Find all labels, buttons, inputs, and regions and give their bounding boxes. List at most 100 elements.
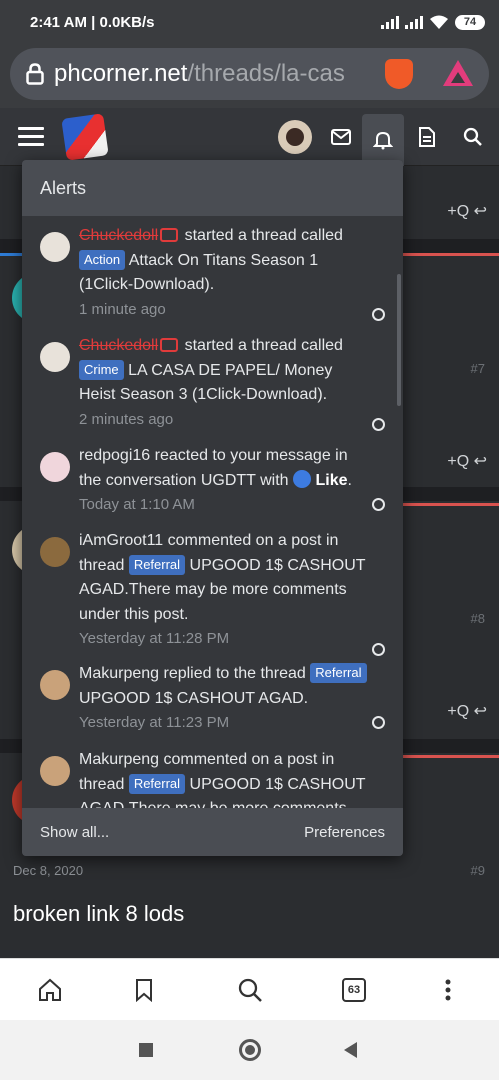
alert-item[interactable]: Makurpeng replied to the thread Referral… — [22, 662, 403, 734]
reaction-label: Like — [315, 471, 348, 489]
preferences-link[interactable]: Preferences — [304, 824, 385, 841]
banned-user-icon — [160, 338, 179, 352]
hamburger-icon[interactable] — [18, 127, 44, 147]
alert-username[interactable]: Chuckedoll — [79, 337, 158, 354]
alerts-caret — [373, 152, 389, 160]
alert-text: Chuckedoll started a thread called Actio… — [79, 224, 367, 298]
alert-avatar[interactable] — [40, 756, 70, 786]
alert-message: started a thread called — [180, 337, 343, 354]
home-icon[interactable] — [34, 974, 66, 1006]
reply-icon[interactable]: ↩ — [474, 453, 487, 470]
bookmark-icon[interactable] — [128, 974, 160, 1006]
alert-time: Today at 1:10 AM — [79, 496, 195, 513]
url-text[interactable]: phcorner.net/threads/la-cas — [54, 60, 364, 88]
tabs-icon[interactable]: 63 — [338, 974, 370, 1006]
brave-shields-icon[interactable] — [385, 59, 413, 89]
home-button[interactable] — [239, 1039, 261, 1061]
alerts-scrollbar[interactable] — [397, 274, 401, 406]
alert-text: iAmGroot11 commented on a post in thread… — [79, 529, 367, 627]
alert-avatar[interactable] — [40, 232, 70, 262]
url-domain: phcorner.net — [54, 60, 188, 87]
post-accent-line — [403, 503, 499, 506]
alert-item[interactable]: Chuckedoll started a thread called Crime… — [22, 334, 403, 431]
alert-avatar[interactable] — [40, 670, 70, 700]
url-path: /threads/la-cas — [187, 60, 345, 87]
alert-avatar[interactable] — [40, 452, 70, 482]
search-icon[interactable] — [234, 974, 266, 1006]
banned-user-icon — [160, 228, 179, 242]
alerts-footer: Show all... Preferences — [22, 808, 403, 856]
alert-item[interactable]: redpogi16 reacted to your message in the… — [22, 444, 403, 516]
browser-address-row: phcorner.net/threads/la-cas — [0, 44, 499, 108]
alerts-title: Alerts — [22, 160, 403, 216]
alert-time: Yesterday at 11:23 PM — [79, 714, 230, 731]
post-number[interactable]: #8 — [471, 611, 485, 626]
alert-username[interactable]: Makurpeng — [79, 665, 159, 682]
quote-button[interactable]: +Q — [447, 453, 469, 470]
alert-message: replied to the thread — [159, 665, 311, 682]
post-date[interactable]: Dec 8, 2020 — [13, 863, 83, 878]
document-icon[interactable] — [410, 120, 444, 154]
status-bar: 2:41 AM | 0.0KB/s 74 — [0, 0, 499, 44]
alert-username[interactable]: Makurpeng — [79, 751, 159, 768]
mail-icon[interactable] — [324, 120, 358, 154]
thread-prefix-tag[interactable]: Referral — [128, 773, 186, 794]
mark-read-toggle[interactable] — [372, 716, 385, 729]
back-button[interactable] — [344, 1042, 357, 1058]
quote-button[interactable]: +Q — [447, 703, 469, 720]
reply-icon[interactable]: ↩ — [474, 203, 487, 220]
quote-button[interactable]: +Q — [447, 203, 469, 220]
reply-icon[interactable]: ↩ — [474, 703, 487, 720]
mark-read-toggle[interactable] — [372, 308, 385, 321]
alert-avatar[interactable] — [40, 342, 70, 372]
address-bar[interactable]: phcorner.net/threads/la-cas — [10, 48, 489, 100]
post-accent-line — [403, 253, 499, 256]
thread-prefix-tag[interactable]: Referral — [128, 554, 186, 575]
signal-icon — [381, 15, 399, 29]
alert-item[interactable]: Chuckedoll started a thread called Actio… — [22, 224, 403, 321]
recents-button[interactable] — [139, 1043, 153, 1057]
tab-count: 63 — [342, 978, 366, 1002]
mark-read-toggle[interactable] — [372, 418, 385, 431]
status-time-speed: 2:41 AM | 0.0KB/s — [30, 13, 155, 31]
alert-item[interactable]: Makurpeng commented on a post in thread … — [22, 748, 403, 808]
alert-thread-title[interactable]: UPGOOD 1$ CASHOUT AGAD. — [79, 690, 308, 707]
alert-time: 1 minute ago — [79, 300, 166, 318]
post-actions-1: +Q ↩ — [447, 201, 487, 221]
post-actions-2: +Q ↩ — [447, 451, 487, 471]
post-accent-line — [0, 253, 22, 256]
battery-icon: 74 — [455, 14, 485, 30]
alert-item[interactable]: iAmGroot11 commented on a post in thread… — [22, 529, 403, 656]
more-icon[interactable] — [432, 974, 464, 1006]
thread-prefix-tag[interactable]: Crime — [79, 359, 124, 380]
post-accent-line — [403, 755, 499, 758]
alert-avatar[interactable] — [40, 537, 70, 567]
alert-text: redpogi16 reacted to your message in the… — [79, 444, 367, 493]
alert-username[interactable]: redpogi16 — [79, 447, 150, 464]
site-logo[interactable] — [61, 113, 109, 161]
thread-prefix-tag[interactable]: Action — [79, 249, 126, 270]
wifi-icon — [430, 15, 448, 29]
android-nav-bar — [0, 1020, 499, 1080]
alert-time: 2 minutes ago — [79, 410, 174, 428]
user-avatar[interactable] — [278, 120, 312, 154]
alert-message: started a thread called — [180, 227, 343, 244]
browser-toolbar: 63 — [0, 958, 499, 1020]
post-number[interactable]: #7 — [471, 361, 485, 376]
alert-text: Makurpeng commented on a post in thread … — [79, 748, 367, 808]
like-reaction-icon — [293, 469, 312, 488]
mark-read-toggle[interactable] — [372, 498, 385, 511]
post-number[interactable]: #9 — [471, 863, 485, 878]
alert-username[interactable]: iAmGroot11 — [79, 532, 163, 549]
post-actions-3: +Q ↩ — [447, 701, 487, 721]
search-icon[interactable] — [456, 120, 490, 154]
alert-username[interactable]: Chuckedoll — [79, 227, 158, 244]
mark-read-toggle[interactable] — [372, 643, 385, 656]
alert-time: Yesterday at 11:28 PM — [79, 630, 230, 647]
site-header — [0, 108, 499, 166]
brave-rewards-icon[interactable] — [443, 60, 473, 86]
alert-punctuation: . — [347, 471, 352, 489]
alert-text: Makurpeng replied to the thread Referral… — [79, 662, 367, 711]
show-all-link[interactable]: Show all... — [40, 824, 109, 841]
thread-prefix-tag[interactable]: Referral — [310, 663, 367, 683]
